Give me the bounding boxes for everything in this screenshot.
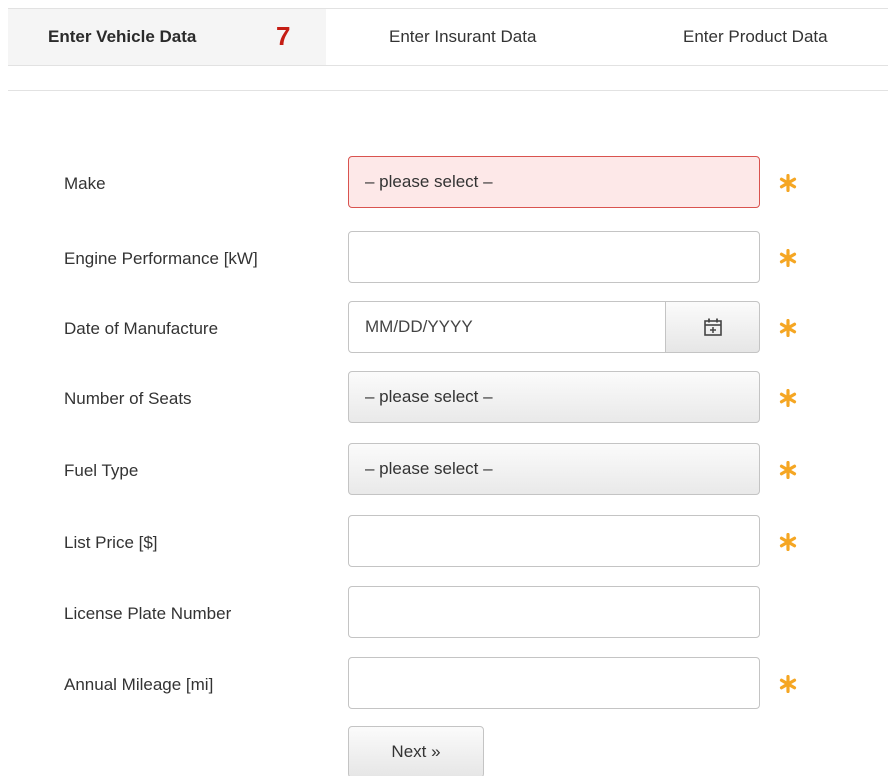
asterisk-icon — [779, 319, 797, 337]
next-button[interactable]: Next » — [348, 726, 484, 776]
tab-enter-product-data[interactable]: Enter Product Data — [683, 9, 828, 65]
asterisk-icon — [779, 533, 797, 551]
list-price-input[interactable] — [348, 515, 760, 567]
date-of-manufacture-input[interactable]: MM/DD/YYYY — [348, 301, 666, 353]
make-label: Make — [64, 174, 106, 193]
annual-mileage-label: Annual Mileage [mi] — [64, 675, 214, 694]
date-of-manufacture-label: Date of Manufacture — [64, 319, 219, 338]
fuel-type-row: Fuel Type – please select – — [0, 443, 888, 499]
number-of-seats-select[interactable]: – please select – — [348, 371, 760, 423]
calendar-icon — [704, 318, 722, 336]
engine-performance-input[interactable] — [348, 231, 760, 283]
engine-performance-row: Engine Performance [kW] — [0, 231, 888, 287]
number-of-seats-row: Number of Seats – please select – — [0, 371, 888, 427]
fuel-type-select[interactable]: – please select – — [348, 443, 760, 495]
license-plate-number-row: License Plate Number — [0, 586, 888, 642]
number-of-seats-label: Number of Seats — [64, 389, 192, 408]
list-price-row: List Price [$] — [0, 515, 888, 571]
tab-bar: Enter Vehicle Data 7 Enter Insurant Data… — [8, 8, 888, 66]
vehicle-data-page: Enter Vehicle Data 7 Enter Insurant Data… — [0, 0, 888, 776]
tab-label: Enter Vehicle Data — [48, 27, 197, 46]
license-plate-number-label: License Plate Number — [64, 604, 232, 623]
asterisk-icon — [779, 389, 797, 407]
tab-label: Enter Product Data — [683, 27, 828, 46]
date-of-manufacture-row: Date of Manufacture MM/DD/YYYY — [0, 301, 888, 357]
tab-count-badge: 7 — [276, 21, 291, 51]
license-plate-number-input[interactable] — [348, 586, 760, 638]
asterisk-icon — [779, 675, 797, 693]
divider — [8, 90, 888, 91]
annual-mileage-input[interactable] — [348, 657, 760, 709]
annual-mileage-row: Annual Mileage [mi] — [0, 657, 888, 713]
tab-enter-vehicle-data[interactable]: Enter Vehicle Data 7 — [8, 9, 326, 65]
tab-enter-insurant-data[interactable]: Enter Insurant Data — [389, 9, 536, 65]
asterisk-icon — [779, 249, 797, 267]
make-row: Make – please select – — [0, 156, 888, 212]
tab-label: Enter Insurant Data — [389, 27, 537, 46]
list-price-label: List Price [$] — [64, 533, 158, 552]
asterisk-icon — [779, 174, 797, 192]
engine-performance-label: Engine Performance [kW] — [64, 249, 258, 268]
fuel-type-label: Fuel Type — [64, 461, 139, 480]
asterisk-icon — [779, 461, 797, 479]
open-calendar-button[interactable] — [665, 301, 760, 353]
make-select[interactable]: – please select – — [348, 156, 760, 208]
